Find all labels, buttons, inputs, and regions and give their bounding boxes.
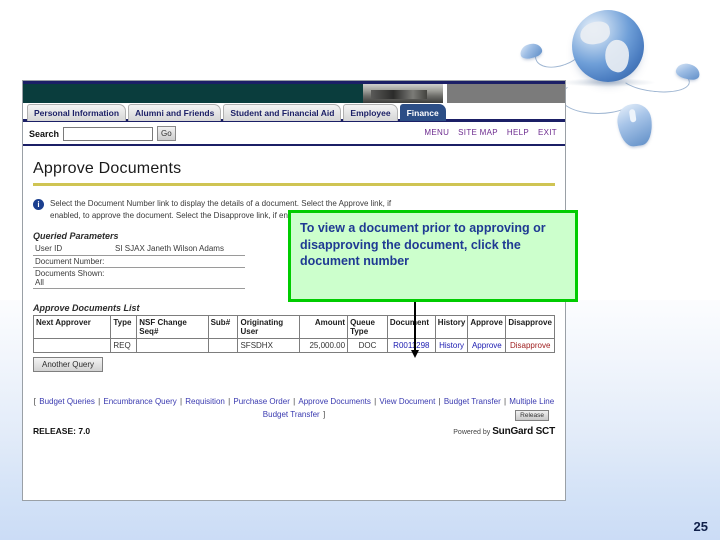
powered-by-prefix: Powered by xyxy=(453,429,491,437)
column-document: Document xyxy=(386,314,436,340)
page-title: Approve Documents xyxy=(33,160,182,177)
table-header-row: Next Approver Type NSF Change Seq# Sub# … xyxy=(32,314,555,340)
slide-number: 25 xyxy=(693,519,708,534)
search-bar: Search Go MENU SITE MAP HELP EXIT xyxy=(23,122,565,146)
table-row: Document Number: xyxy=(33,255,245,268)
cell-originating-user: SFSDHX xyxy=(237,338,301,354)
param-key-document-number: Document Number: xyxy=(33,255,113,268)
footer-close-bracket: ] xyxy=(322,409,326,419)
search-input[interactable] xyxy=(63,126,154,141)
column-sub: Sub# xyxy=(207,314,239,340)
callout-arrow-icon xyxy=(410,302,419,358)
tab-personal-information[interactable]: Personal Information xyxy=(27,104,127,121)
column-nsf-change-seq: NSF Change Seq# xyxy=(136,314,209,340)
approve-documents-list-heading: Approve Documents List xyxy=(33,302,140,313)
footer-link-budget-queries[interactable]: Budget Queries xyxy=(39,397,95,406)
approve-link[interactable]: Approve xyxy=(472,341,502,350)
search-label: Search xyxy=(29,128,60,139)
powered-by-brand: SunGard SCT xyxy=(492,426,555,438)
banner-gray-strip xyxy=(447,84,565,103)
column-queue-type: Queue Type xyxy=(347,314,388,340)
tab-alumni-and-friends[interactable]: Alumni and Friends xyxy=(128,104,222,121)
cell-sub xyxy=(207,338,239,354)
footer-link-encumbrance-query[interactable]: Encumbrance Query xyxy=(103,397,176,406)
column-disapprove: Disapprove xyxy=(505,314,555,340)
param-value-documents-shown xyxy=(113,267,245,289)
disapprove-link[interactable]: Disapprove xyxy=(510,341,550,350)
powered-by: Powered by SunGard SCT xyxy=(453,426,555,437)
param-key-documents-shown: Documents Shown: All xyxy=(33,267,113,289)
nav-link-menu[interactable]: MENU xyxy=(424,128,449,137)
footer-link-purchase-order[interactable]: Purchase Order xyxy=(233,397,289,406)
document-number-link[interactable]: R0011298 xyxy=(393,341,429,350)
cell-next-approver xyxy=(32,338,112,354)
tab-employee[interactable]: Employee xyxy=(343,104,398,121)
approve-documents-table: Next Approver Type NSF Change Seq# Sub# … xyxy=(32,314,555,354)
utility-nav-links[interactable]: MENU SITE MAP HELP EXIT xyxy=(415,128,557,137)
nav-link-site-map[interactable]: SITE MAP xyxy=(458,128,498,137)
footer-link-requisition[interactable]: Requisition xyxy=(185,397,225,406)
param-value-document-number xyxy=(113,255,245,268)
queried-parameters-table: User ID SI SJAX Janeth Wilson Adams Docu… xyxy=(33,243,245,289)
tab-student-and-financial-aid[interactable]: Student and Financial Aid xyxy=(223,104,342,121)
param-key-user-id: User ID xyxy=(33,243,113,256)
table-row: Documents Shown: All xyxy=(33,267,245,289)
footer-link-view-document[interactable]: View Document xyxy=(379,397,435,406)
history-link[interactable]: History xyxy=(439,341,464,350)
table-row: REQ SFSDHX 25,000.00 DOC R0011298 Histor… xyxy=(32,338,555,354)
callout-box: To view a document prior to approving or… xyxy=(288,210,578,302)
another-query-button[interactable]: Another Query xyxy=(33,357,104,373)
footer: [ Budget Queries | Encumbrance Query | R… xyxy=(33,396,555,437)
column-next-approver: Next Approver xyxy=(32,314,112,340)
main-tab-strip[interactable]: Personal Information Alumni and Friends St… xyxy=(23,103,565,122)
table-row: User ID SI SJAX Janeth Wilson Adams xyxy=(33,243,245,256)
footer-links[interactable]: [ Budget Queries | Encumbrance Query | R… xyxy=(33,396,555,422)
search-go-button[interactable]: Go xyxy=(157,126,176,142)
release-button[interactable]: Release xyxy=(515,410,549,422)
cell-amount: 25,000.00 xyxy=(299,338,349,354)
cell-nsf-change-seq xyxy=(136,338,209,354)
banner-teal-strip xyxy=(23,84,363,103)
cell-type: REQ xyxy=(110,338,138,354)
nav-link-exit[interactable]: EXIT xyxy=(538,128,557,137)
column-approve: Approve xyxy=(467,314,507,340)
footer-link-budget-transfer[interactable]: Budget Transfer xyxy=(444,397,501,406)
institution-banner xyxy=(23,81,565,103)
computer-mouse-front-icon xyxy=(615,101,655,149)
cell-queue-type: DOC xyxy=(347,338,388,354)
globe-icon xyxy=(572,10,644,82)
column-amount: Amount xyxy=(299,314,349,340)
release-version: RELEASE: 7.0 xyxy=(33,426,91,437)
footer-open-bracket: [ xyxy=(33,397,37,407)
info-icon: i xyxy=(33,199,44,210)
column-history: History xyxy=(434,314,469,340)
column-originating-user: Originating User xyxy=(237,314,301,340)
title-divider xyxy=(33,183,555,186)
banner-photo-image xyxy=(363,84,443,103)
tab-finance[interactable]: Finance xyxy=(399,104,446,121)
footer-link-approve-documents[interactable]: Approve Documents xyxy=(298,397,370,406)
param-value-user-id: SI SJAX Janeth Wilson Adams xyxy=(113,243,245,256)
nav-link-help[interactable]: HELP xyxy=(507,128,529,137)
column-type: Type xyxy=(110,314,138,340)
